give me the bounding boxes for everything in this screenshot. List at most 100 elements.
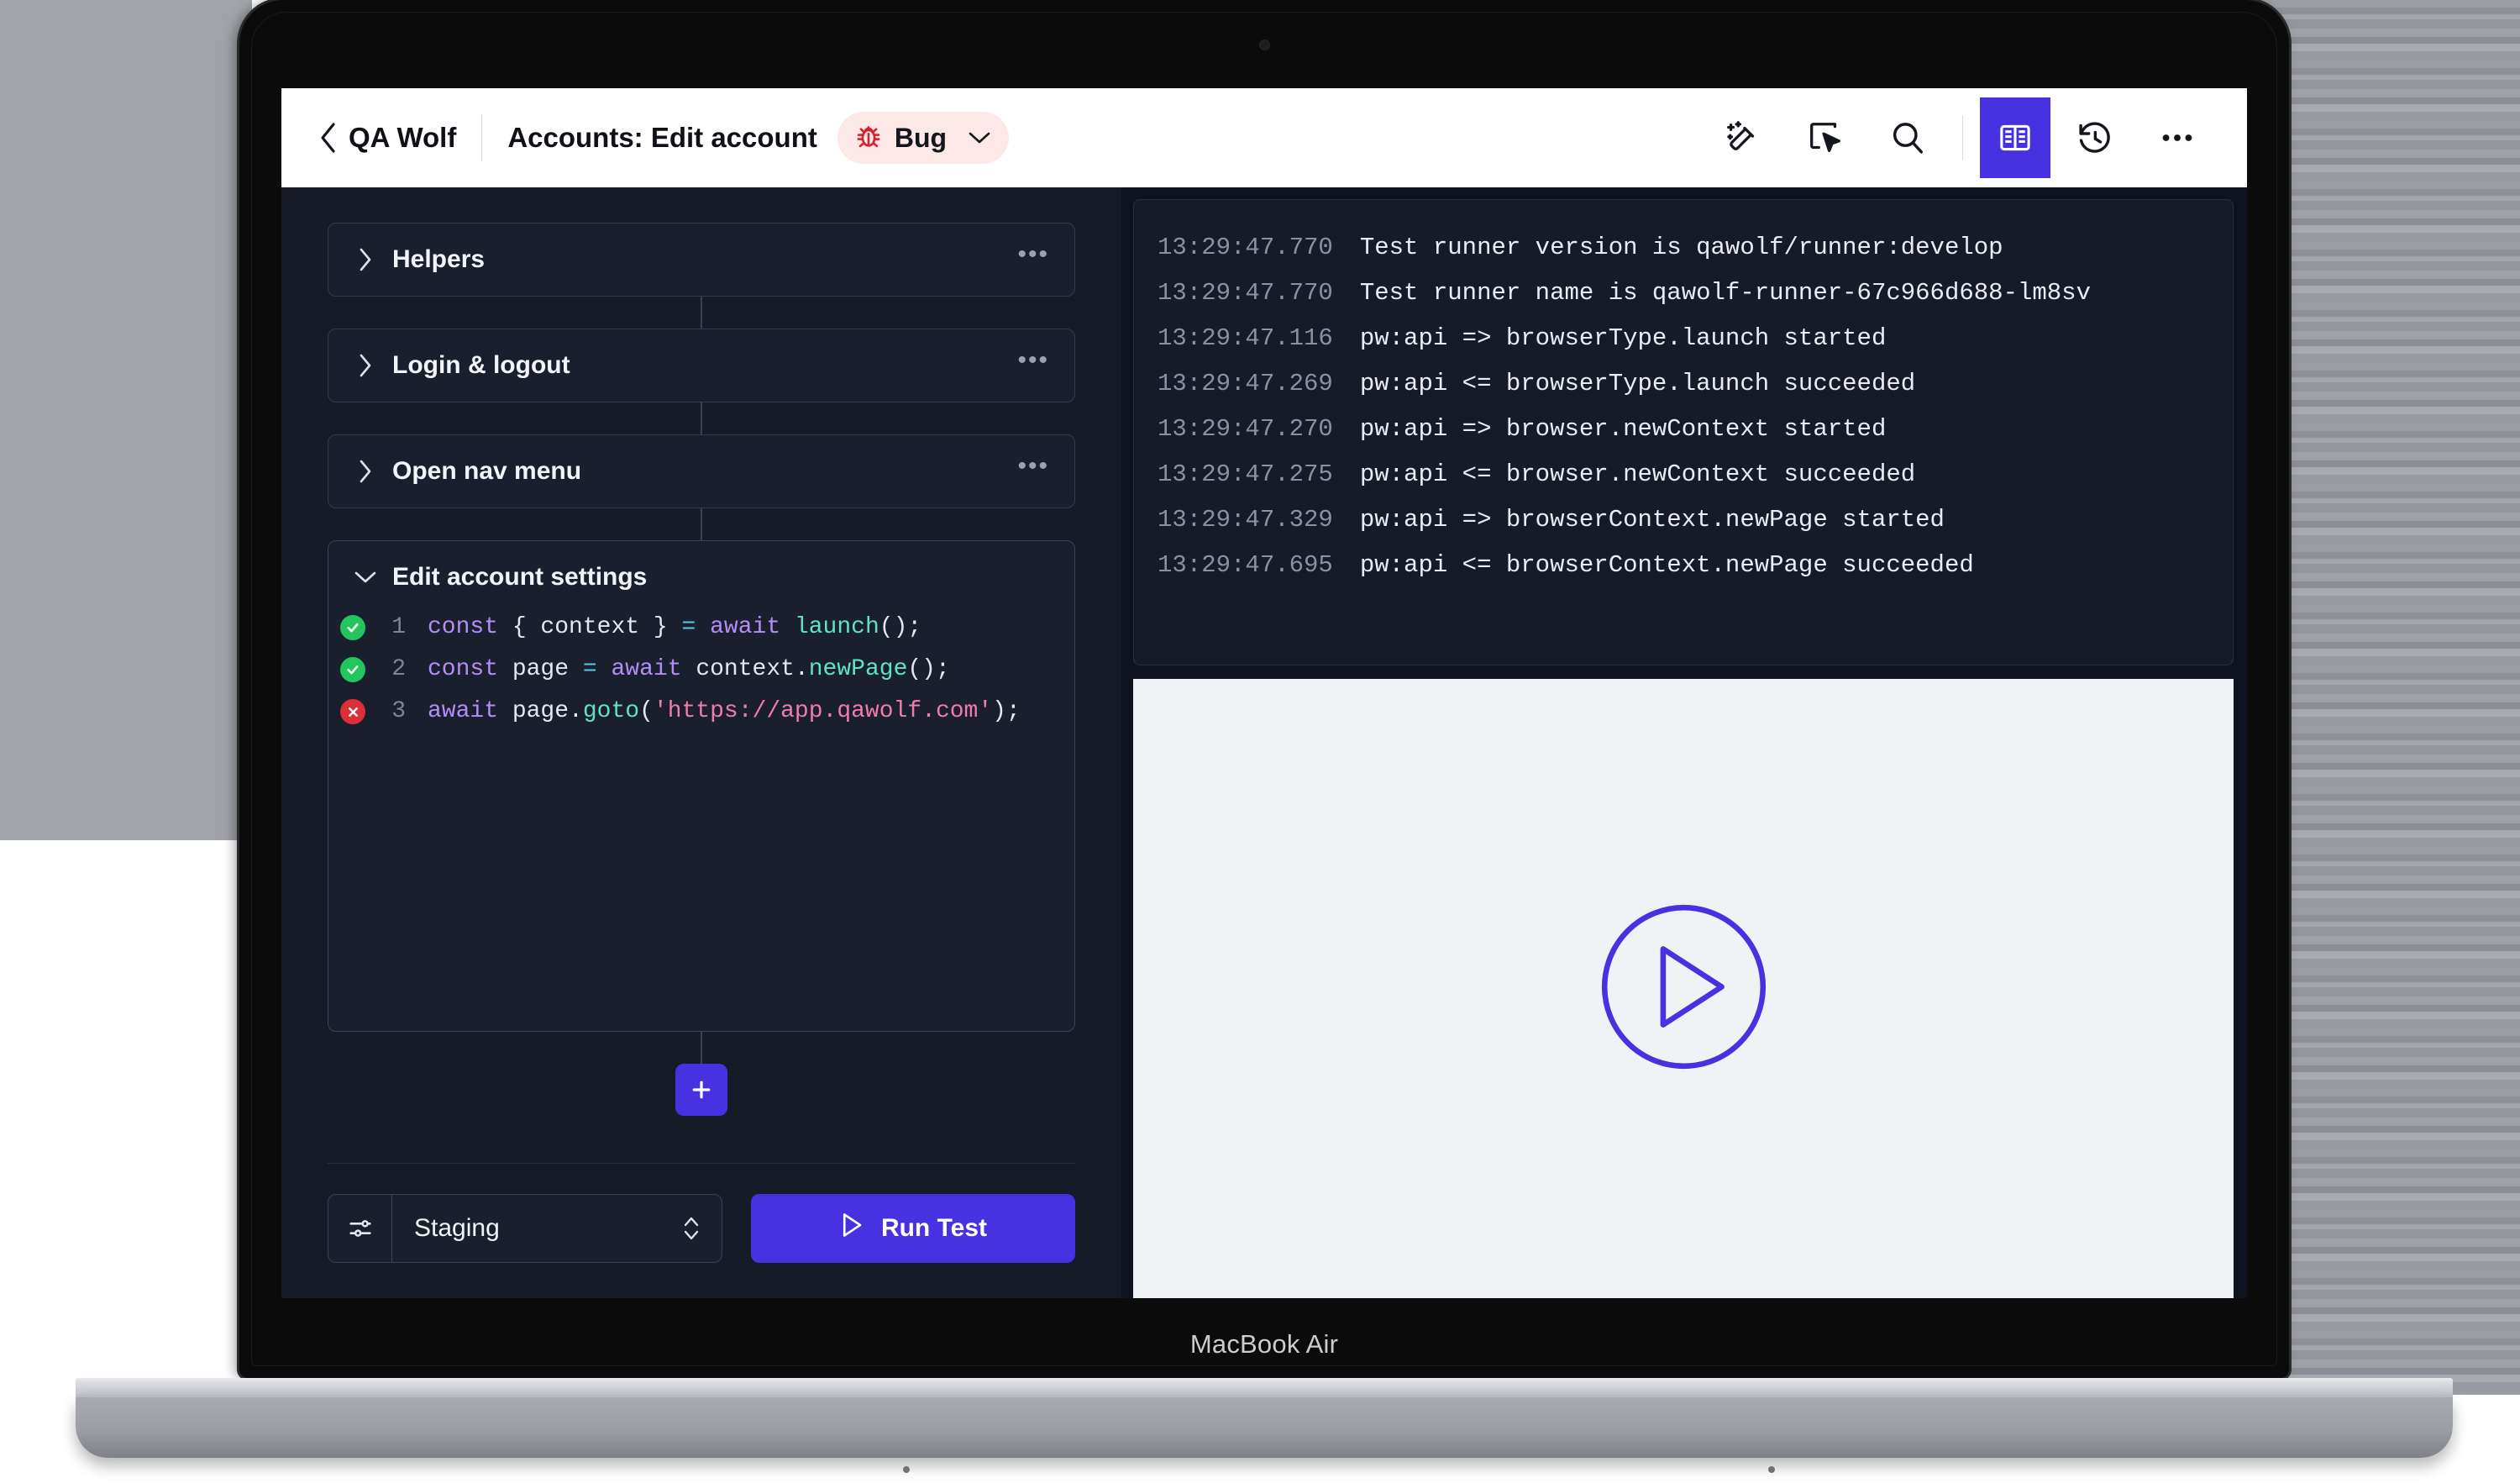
test-editor-pane: Helpers ••• Login & logout ••• Open nav …: [281, 187, 1121, 1298]
step-title: Edit account settings: [392, 563, 648, 591]
page-title: Accounts: Edit account: [507, 122, 817, 153]
console-log-row: 13:29:47.116 pw:api => browserType.launch…: [1158, 316, 2209, 361]
play-circle-icon[interactable]: [1598, 901, 1770, 1077]
code-lines[interactable]: 1 const { context } = await launch(); 2 con…: [328, 607, 1074, 733]
line-number: 2: [391, 656, 406, 682]
run-test-button[interactable]: Run Test: [751, 1194, 1075, 1263]
log-message: pw:api => browserContext.newPage started: [1359, 506, 1945, 534]
app-body: Helpers ••• Login & logout ••• Open nav …: [281, 187, 2247, 1298]
status-badge-label: Bug: [894, 122, 948, 153]
console-log-row: 13:29:47.270 pw:api => browser.newContext…: [1158, 407, 2209, 452]
environment-select[interactable]: Staging: [328, 1194, 722, 1263]
code-line[interactable]: 1 const { context } = await launch();: [340, 607, 1074, 649]
select-element-icon[interactable]: [1793, 105, 1858, 171]
screen-viewport: QA Wolf Accounts: Edit account Bug Helpe…: [281, 88, 2247, 1298]
code-line[interactable]: 3 await page.goto('https://app.qawolf.com…: [340, 691, 1074, 733]
step-more-icon[interactable]: •••: [1017, 454, 1049, 481]
search-icon[interactable]: [1875, 105, 1940, 171]
code-text: await page.goto('https://app.qawolf.com'…: [428, 698, 1021, 724]
sliders-icon[interactable]: [328, 1195, 392, 1262]
history-icon[interactable]: [2062, 105, 2128, 171]
chevron-down-icon[interactable]: [967, 129, 992, 146]
toolbar-divider: [1962, 115, 1963, 160]
step-connector: [328, 402, 1075, 434]
step-card-open-nav-menu[interactable]: Open nav menu •••: [328, 434, 1075, 508]
step-more-icon[interactable]: •••: [1017, 348, 1049, 375]
add-step-button[interactable]: [675, 1064, 727, 1116]
log-message: pw:api => browser.newContext started: [1359, 415, 1887, 443]
chevron-down-icon[interactable]: [354, 569, 377, 586]
status-pass-icon: [340, 657, 365, 682]
header-toolbar: [1702, 97, 2218, 178]
log-message: pw:api <= browser.newContext succeeded: [1359, 460, 1916, 488]
console-log-row: 13:29:47.275 pw:api <= browser.newContext…: [1158, 452, 2209, 497]
log-message: Test runner name is qawolf-runner-67c966…: [1359, 279, 2091, 307]
laptop-base-body: [76, 1397, 2453, 1458]
log-timestamp: 13:29:47.116: [1158, 324, 1333, 352]
header-divider: [481, 114, 483, 161]
play-icon: [839, 1211, 864, 1246]
header-left-group: QA Wolf Accounts: Edit account Bug: [313, 112, 1010, 164]
code-block-header[interactable]: Edit account settings: [328, 563, 1074, 607]
chevron-right-icon[interactable]: [354, 353, 377, 378]
console-log-row: 13:29:47.329 pw:api => browserContext.new…: [1158, 497, 2209, 543]
log-timestamp: 13:29:47.770: [1158, 279, 1333, 307]
editor-footer: Staging Run Test: [281, 1163, 1121, 1298]
footer-controls: Staging Run Test: [328, 1194, 1075, 1263]
step-more-icon[interactable]: •••: [1017, 242, 1049, 269]
device-label: MacBook Air: [1189, 1329, 1339, 1359]
line-number: 3: [391, 698, 406, 724]
code-text: const page = await context.newPage();: [428, 656, 950, 682]
chevron-updown-icon[interactable]: [681, 1212, 722, 1244]
bug-icon: [854, 122, 883, 155]
background-left-flat: [0, 0, 252, 840]
log-timestamp: 13:29:47.275: [1158, 460, 1333, 488]
environment-value: Staging: [414, 1214, 500, 1242]
console-log-row: 13:29:47.695 pw:api <= browserContext.new…: [1158, 543, 2209, 588]
laptop-foot: [1768, 1466, 1775, 1473]
step-card-login-logout[interactable]: Login & logout •••: [328, 329, 1075, 402]
results-pane: 13:29:47.770 Test runner version is qawol…: [1121, 187, 2247, 1298]
video-preview-panel[interactable]: [1133, 679, 2234, 1298]
step-card-edit-account-settings[interactable]: Edit account settings 1 const { context }…: [328, 540, 1075, 1032]
step-title: Login & logout: [392, 351, 570, 379]
console-log-row: 13:29:47.269 pw:api <= browserType.launch…: [1158, 361, 2209, 407]
line-number: 1: [391, 614, 406, 640]
log-message: pw:api => browserType.launch started: [1359, 324, 1887, 352]
brand-name[interactable]: QA Wolf: [349, 122, 481, 154]
log-timestamp: 13:29:47.770: [1158, 234, 1333, 261]
chevron-left-icon[interactable]: [313, 123, 342, 153]
app-header: QA Wolf Accounts: Edit account Bug: [281, 88, 2247, 187]
console-log-row: 13:29:47.770 Test runner name is qawolf-r…: [1158, 271, 2209, 316]
status-pass-icon: [340, 615, 365, 640]
log-message: pw:api <= browserType.launch succeeded: [1359, 370, 1916, 397]
step-connector: [328, 297, 1075, 329]
run-test-label: Run Test: [880, 1214, 988, 1242]
log-timestamp: 13:29:47.695: [1158, 551, 1333, 579]
add-step-wrap: [328, 1032, 1075, 1133]
log-message: Test runner version is qawolf/runner:dev…: [1359, 234, 2003, 261]
step-connector: [328, 508, 1075, 540]
status-fail-icon: [340, 699, 365, 724]
more-options-icon[interactable]: [2145, 105, 2210, 171]
code-line[interactable]: 2 const page = await context.newPage();: [340, 649, 1074, 691]
laptop-foot: [903, 1466, 910, 1473]
log-timestamp: 13:29:47.270: [1158, 415, 1333, 443]
code-text: const { context } = await launch();: [428, 614, 922, 640]
laptop-device: QA Wolf Accounts: Edit account Bug Helpe…: [76, 0, 2453, 1483]
step-list: Helpers ••• Login & logout ••• Open nav …: [281, 187, 1121, 1163]
console-log-panel[interactable]: 13:29:47.770 Test runner version is qawol…: [1133, 199, 2234, 665]
console-log-row: 13:29:47.770 Test runner version is qawol…: [1158, 225, 2209, 271]
chevron-right-icon[interactable]: [354, 247, 377, 272]
log-timestamp: 13:29:47.329: [1158, 506, 1333, 534]
step-title: Open nav menu: [392, 457, 582, 485]
panels-icon[interactable]: [1980, 97, 2050, 178]
footer-divider: [328, 1163, 1075, 1164]
step-title: Helpers: [392, 245, 486, 273]
screenshot-stage: QA Wolf Accounts: Edit account Bug Helpe…: [0, 0, 2520, 1483]
magic-wand-icon[interactable]: [1710, 105, 1776, 171]
chevron-right-icon[interactable]: [354, 459, 377, 484]
step-card-helpers[interactable]: Helpers •••: [328, 223, 1075, 297]
status-badge-bug[interactable]: Bug: [837, 112, 1010, 164]
log-timestamp: 13:29:47.269: [1158, 370, 1333, 397]
